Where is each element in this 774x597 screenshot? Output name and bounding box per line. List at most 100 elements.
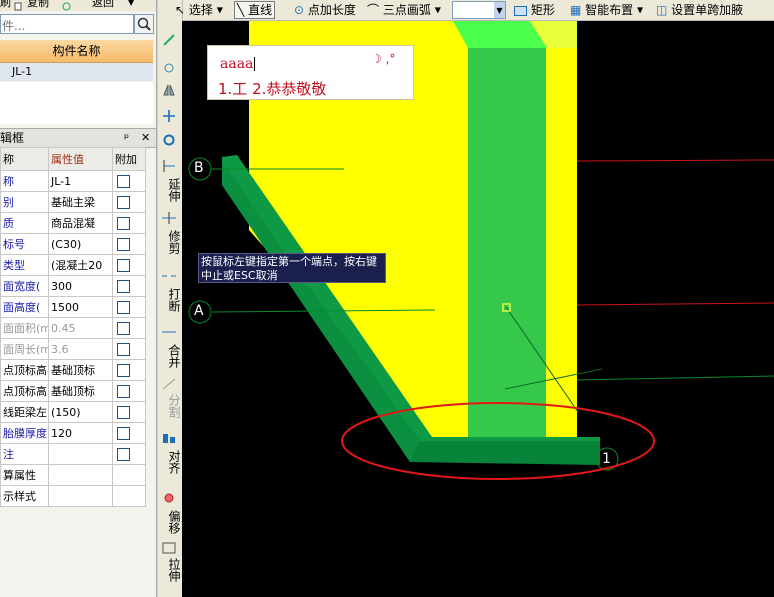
command-hint-tooltip: 按鼠标左键指定第一个端点，按右键中止或ESC取消 xyxy=(198,253,386,283)
ime-candidates[interactable]: 1.工 2.恭恭敬敬 xyxy=(218,78,326,99)
property-row[interactable]: 面高度(1500 xyxy=(0,296,146,318)
property-value[interactable]: 1500 xyxy=(48,296,113,318)
property-value[interactable]: 基础主梁 xyxy=(48,191,113,213)
arc-icon: ⌒ xyxy=(367,3,380,17)
rotate-icon[interactable] xyxy=(162,134,176,146)
property-value[interactable] xyxy=(48,464,113,486)
attach-checkbox[interactable] xyxy=(117,300,130,314)
pin-icon[interactable]: ᵖ xyxy=(124,129,129,147)
property-row[interactable]: 面周长(m 3.6 xyxy=(0,338,146,360)
align-icon[interactable] xyxy=(162,432,176,444)
search-input[interactable]: 件... xyxy=(0,14,134,34)
close-icon[interactable]: ✕ xyxy=(141,129,150,147)
property-value[interactable]: 3.6 xyxy=(48,338,113,360)
select-tool[interactable]: ↖ 选择 ▼ xyxy=(175,1,223,19)
toolbar-item-3[interactable]: 返回 xyxy=(92,0,114,10)
attach-checkbox[interactable] xyxy=(117,447,130,461)
property-value[interactable]: 商品混凝 xyxy=(48,212,113,234)
merge-button[interactable]: 合并 xyxy=(160,344,181,368)
property-row[interactable]: 质商品混凝 xyxy=(0,212,146,234)
property-value[interactable]: 基础顶标 xyxy=(48,380,113,402)
pen-icon[interactable] xyxy=(162,34,176,46)
property-name: 面高度( xyxy=(0,296,49,318)
ime-candidate-window: aaaa ☽ ,° 1.工 2.恭恭敬敬 xyxy=(207,45,414,100)
rotate-copy-icon[interactable] xyxy=(162,62,176,74)
trim-button[interactable]: 修剪 xyxy=(160,230,181,254)
attach-checkbox[interactable] xyxy=(117,342,130,356)
property-extra xyxy=(112,317,146,339)
mirror-icon[interactable] xyxy=(162,84,176,96)
attach-checkbox[interactable] xyxy=(117,174,130,188)
property-row[interactable]: 标号 (C30) xyxy=(0,233,146,255)
set-haunch-label: 设置单跨加腋 xyxy=(671,3,744,17)
property-value[interactable]: 120 xyxy=(48,422,113,444)
property-row[interactable]: 注 xyxy=(0,443,146,465)
set-haunch-tool[interactable]: ◫ 设置单跨加腋 xyxy=(656,1,743,19)
ime-input-text: aaaa xyxy=(220,56,256,72)
property-value[interactable]: (混凝土20 xyxy=(48,254,113,276)
stretch-icon[interactable] xyxy=(162,542,176,554)
search-icon[interactable] xyxy=(134,14,154,34)
attach-checkbox[interactable] xyxy=(117,363,130,377)
property-extra xyxy=(112,443,146,465)
copy-icon[interactable] xyxy=(14,1,23,11)
attach-checkbox[interactable] xyxy=(117,237,130,251)
attach-checkbox[interactable] xyxy=(117,321,130,335)
align-button[interactable]: 对齐 xyxy=(160,450,181,474)
property-row[interactable]: 算属性 xyxy=(0,464,146,486)
attach-checkbox[interactable] xyxy=(117,279,130,293)
extend-button[interactable]: 延伸 xyxy=(160,178,181,202)
smart-layout-tool[interactable]: ▦ 智能布置 ▼ xyxy=(570,1,643,19)
property-value[interactable]: 300 xyxy=(48,275,113,297)
property-value[interactable]: (150) xyxy=(48,401,113,423)
attach-checkbox[interactable] xyxy=(117,258,130,272)
property-row[interactable]: 点顶标高 基础顶标 xyxy=(0,380,146,402)
attach-checkbox[interactable] xyxy=(117,405,130,419)
move-icon[interactable] xyxy=(162,110,176,122)
rectangle-icon xyxy=(514,5,527,16)
component-name-header: 构件名称 xyxy=(0,40,153,63)
dropdown-arrow-icon[interactable]: ▼ xyxy=(128,0,134,7)
property-value[interactable]: 0.45 xyxy=(48,317,113,339)
attach-checkbox[interactable] xyxy=(117,426,130,440)
attach-checkbox[interactable] xyxy=(117,216,130,230)
select-label: 选择 xyxy=(188,3,213,17)
component-list-item[interactable]: JL-1 xyxy=(0,63,153,81)
toolbar-item-1[interactable]: 刷 xyxy=(0,0,11,10)
property-row[interactable]: 别基础主梁 xyxy=(0,191,146,213)
property-value[interactable]: 基础顶标 xyxy=(48,359,113,381)
refresh-icon[interactable] xyxy=(62,1,71,11)
ime-status-icons[interactable]: ☽ ,° xyxy=(371,52,395,66)
stretch-button[interactable]: 拉伸 xyxy=(160,558,181,582)
arc-mode-select[interactable]: ▼ xyxy=(452,1,506,19)
rectangle-tool[interactable]: 矩形 xyxy=(514,1,555,19)
property-row[interactable]: 面面积(m 0.45 xyxy=(0,317,146,339)
property-value[interactable]: (C30) xyxy=(48,233,113,255)
property-row[interactable]: 类型 (混凝土20 xyxy=(0,254,146,276)
property-row[interactable]: 胎膜厚度 120 xyxy=(0,422,146,444)
three-point-arc-tool[interactable]: ⌒ 三点画弧 ▼ xyxy=(367,1,441,19)
property-row[interactable]: 示样式 xyxy=(0,485,146,507)
property-value[interactable] xyxy=(48,485,113,507)
toolbar-item-2[interactable]: 复制 xyxy=(27,0,49,10)
merge-icon[interactable] xyxy=(162,326,176,338)
offset-button[interactable]: 偏移 xyxy=(160,510,181,534)
property-row[interactable]: 线距梁左 (150) xyxy=(0,401,146,423)
drawing-canvas[interactable] xyxy=(182,21,774,597)
axis-label-1: 1 xyxy=(602,451,611,467)
property-value[interactable]: JL-1 xyxy=(48,170,113,192)
trim-icon[interactable] xyxy=(162,212,176,224)
line-tool[interactable]: ╲ 直线 xyxy=(234,1,276,19)
point-length-tool[interactable]: ⊙ 点加长度 xyxy=(294,1,356,19)
property-row[interactable]: 称 JL-1 xyxy=(0,170,146,192)
attach-checkbox[interactable] xyxy=(117,384,130,398)
offset-icon[interactable] xyxy=(162,492,176,504)
property-row[interactable]: 点顶标高 基础顶标 xyxy=(0,359,146,381)
chevron-down-icon: ▼ xyxy=(494,2,505,18)
extend-icon[interactable] xyxy=(162,160,176,172)
attach-checkbox[interactable] xyxy=(117,195,130,209)
property-value[interactable] xyxy=(48,443,113,465)
break-icon[interactable] xyxy=(162,270,176,282)
property-row[interactable]: 面宽度(300 xyxy=(0,275,146,297)
break-button[interactable]: 打断 xyxy=(160,288,181,312)
